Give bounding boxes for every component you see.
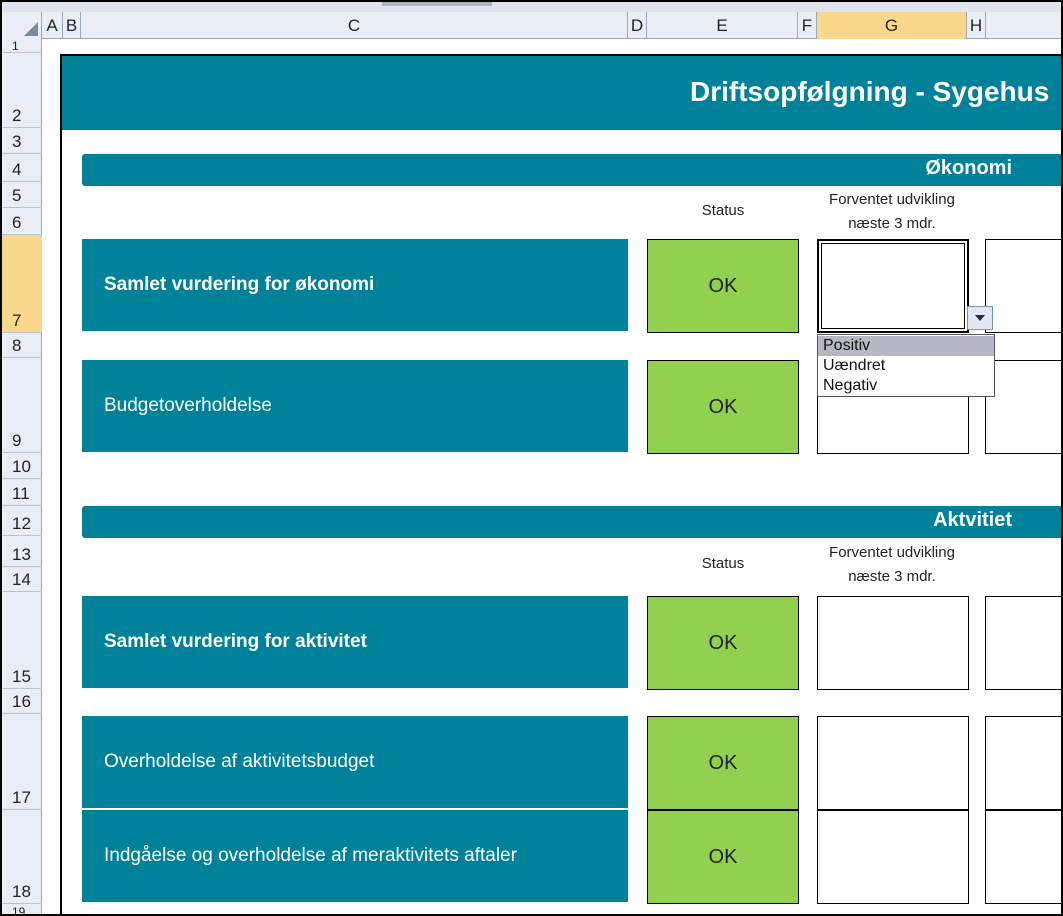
row-header[interactable]: 11 (2, 479, 42, 506)
status-cell[interactable]: OK (647, 716, 799, 810)
row-label-samlet-aktivitet[interactable]: Samlet vurdering for aktivitet (82, 596, 628, 688)
forecast-column-label-line2: næste 3 mdr. (848, 568, 936, 585)
validation-dropdown-list: Positiv Uændret Negativ (817, 334, 995, 397)
row-number: 10 (12, 457, 31, 476)
status-cell[interactable]: OK (647, 810, 799, 904)
forecast-cell[interactable] (817, 810, 969, 904)
column-header-bar: A B C D E F G H (2, 12, 1061, 39)
row-header[interactable]: 6 (2, 208, 42, 235)
row-header[interactable]: 12 (2, 506, 42, 536)
section-header-aktivitet: Aktvitiet (82, 506, 1061, 538)
row-header[interactable]: 9 (2, 358, 42, 453)
row-label-meraktivitet[interactable]: Indgåelse og overholdelse af meraktivite… (82, 810, 628, 902)
section-header-okonomi: Økonomi (82, 154, 1061, 186)
row-header[interactable]: 5 (2, 182, 42, 208)
column-header-c[interactable]: C (81, 12, 628, 39)
row-header[interactable]: 1 (2, 39, 42, 53)
row-header[interactable]: 17 (2, 714, 42, 810)
row-header[interactable]: 15 (2, 592, 42, 689)
dropdown-button[interactable] (967, 306, 993, 330)
section-title: Aktvitiet (933, 509, 1012, 531)
row-number: 8 (12, 336, 22, 355)
row-header[interactable]: 18 (2, 810, 42, 904)
column-header-a[interactable]: A (42, 12, 63, 39)
status-column-label: Status (701, 555, 745, 572)
row-number: 2 (12, 106, 22, 125)
row-number: 4 (12, 160, 22, 179)
forecast-cell[interactable] (817, 596, 969, 690)
report-title: Driftsopfølgning - Sygehus (690, 76, 1050, 107)
column-header-d[interactable]: D (628, 12, 647, 39)
row-number: 18 (12, 882, 31, 901)
select-all-button[interactable] (2, 12, 42, 39)
row-number: 11 (12, 484, 30, 503)
row-header[interactable]: 8 (2, 333, 42, 358)
row-number: 15 (12, 667, 31, 686)
row-header[interactable]: 16 (2, 689, 42, 714)
row-number: 3 (12, 132, 22, 151)
status-cell[interactable]: OK (647, 239, 799, 333)
row-header[interactable]: 7 (2, 235, 42, 333)
dropdown-option-uaendret[interactable]: Uændret (818, 356, 994, 376)
row-header[interactable]: 14 (2, 567, 42, 592)
row-header[interactable]: 3 (2, 128, 42, 154)
forecast-cell[interactable] (817, 716, 969, 810)
status-column-label: Status (701, 202, 745, 219)
title-banner: Driftsopfølgning - Sygehus (62, 56, 1061, 130)
row-header[interactable]: 2 (2, 53, 42, 128)
row-number: 14 (12, 570, 31, 589)
ribbon-edge (2, 2, 1061, 12)
cell-column-i[interactable] (985, 596, 1061, 690)
row-number: 13 (12, 545, 31, 564)
row-number: 7 (12, 311, 22, 330)
column-header-b[interactable]: B (63, 12, 81, 39)
row-label-budgetoverholdelse[interactable]: Budgetoverholdelse (82, 360, 628, 452)
cell-column-i[interactable] (985, 810, 1061, 904)
status-cell[interactable]: OK (647, 360, 799, 454)
row-header[interactable]: 4 (2, 154, 42, 182)
row-number: 5 (12, 186, 22, 205)
row-header[interactable]: 10 (2, 453, 42, 479)
forecast-column-label-line1: Forventet udvikling (829, 544, 955, 561)
forecast-column-label-line1: Forventet udvikling (829, 191, 955, 208)
cell-column-i[interactable] (985, 360, 1061, 454)
cell-column-i[interactable] (985, 716, 1061, 810)
row-label-samlet-okonomi[interactable]: Samlet vurdering for økonomi (82, 239, 628, 331)
spreadsheet-window: A B C D E F G H 1 2 3 4 5 6 7 8 9 10 11 … (0, 0, 1063, 916)
status-cell[interactable]: OK (647, 596, 799, 690)
row-number: 1 (12, 39, 19, 53)
row-number: 9 (12, 431, 22, 450)
dropdown-option-positiv[interactable]: Positiv (818, 336, 994, 356)
column-header-e[interactable]: E (647, 12, 798, 39)
row-header[interactable]: 19 (2, 904, 42, 916)
row-number: 19 (12, 905, 26, 916)
report-frame: Driftsopfølgning - Sygehus Økonomi Statu… (60, 54, 1061, 914)
scroll-indicator (382, 2, 492, 6)
worksheet[interactable]: Driftsopfølgning - Sygehus Økonomi Statu… (42, 39, 1061, 914)
row-header[interactable]: 13 (2, 536, 42, 567)
dropdown-option-negativ[interactable]: Negativ (818, 376, 994, 396)
forecast-column-label-line2: næste 3 mdr. (848, 215, 936, 232)
column-header-f[interactable]: F (798, 12, 817, 39)
row-header-bar: 1 2 3 4 5 6 7 8 9 10 11 12 13 14 15 16 1… (2, 39, 42, 916)
row-number: 16 (12, 692, 31, 711)
row-label-aktivitetsbudget[interactable]: Overholdelse af aktivitetsbudget (82, 716, 628, 808)
row-number: 12 (12, 514, 31, 533)
chevron-down-icon (975, 315, 985, 321)
select-all-icon (24, 22, 38, 36)
row-number: 6 (12, 213, 22, 232)
cell-column-i[interactable] (985, 239, 1061, 333)
forecast-cell-active[interactable] (817, 239, 969, 333)
column-header-h[interactable]: H (967, 12, 986, 39)
column-header-g[interactable]: G (817, 12, 967, 39)
section-title: Økonomi (925, 157, 1012, 179)
row-number: 17 (12, 788, 31, 807)
